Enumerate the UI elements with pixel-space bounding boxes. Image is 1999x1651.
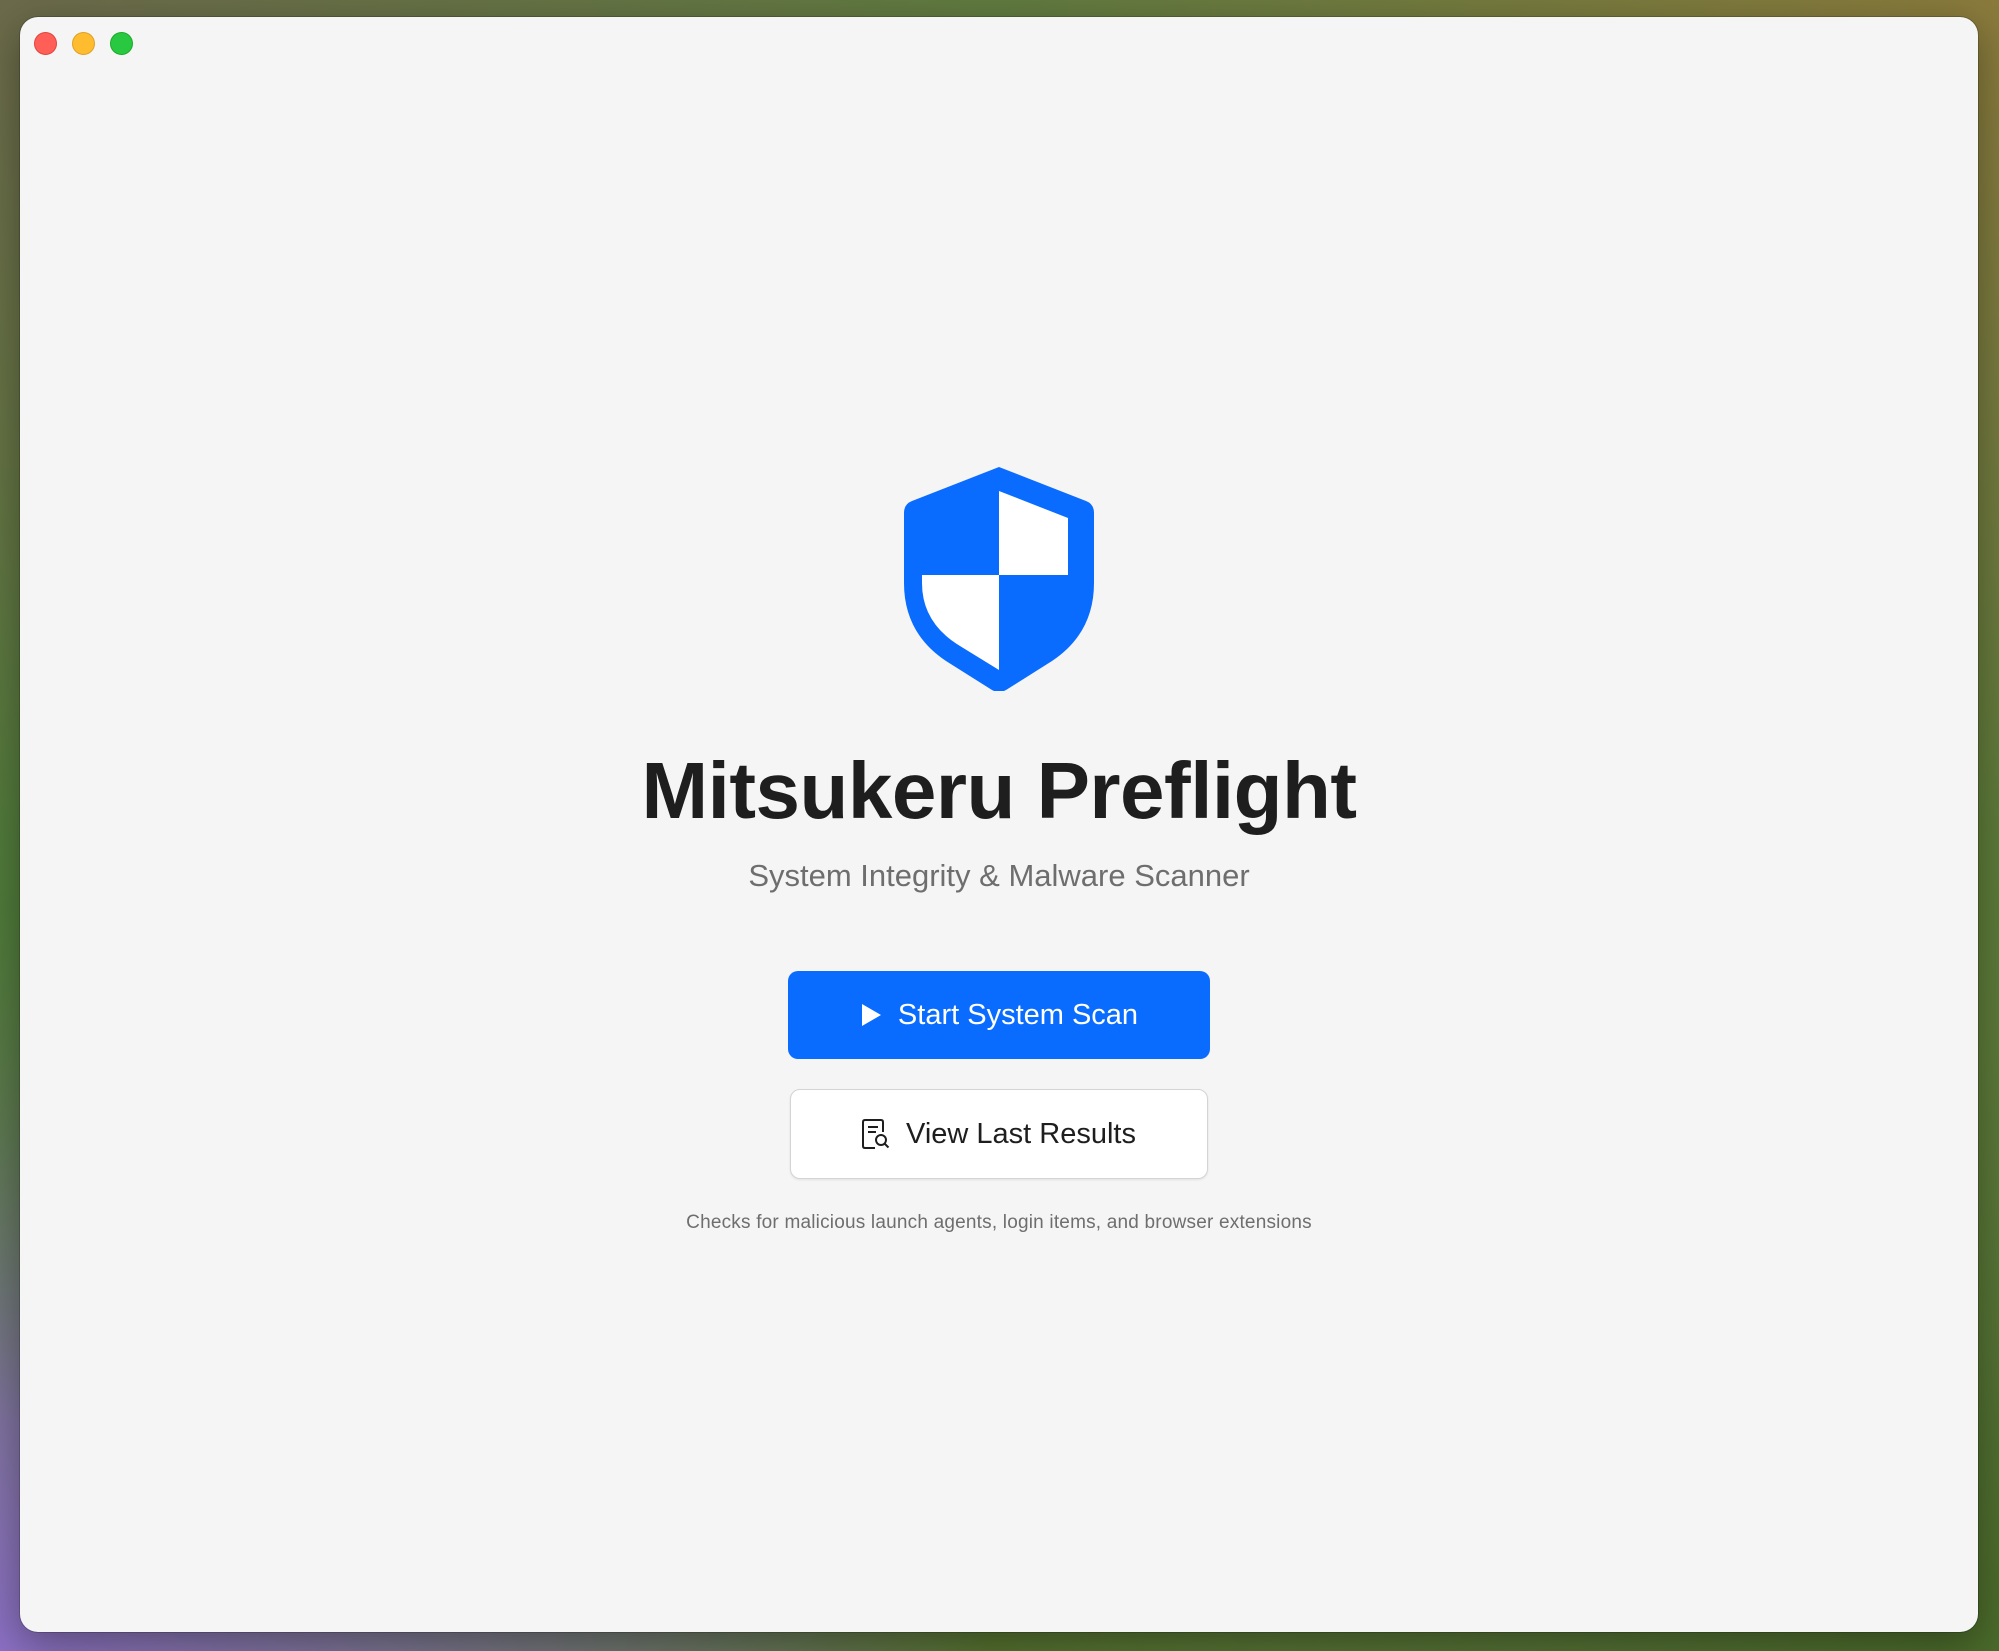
scan-description: Checks for malicious launch agents, logi…: [686, 1212, 1312, 1233]
start-system-scan-button[interactable]: Start System Scan: [788, 971, 1210, 1059]
view-last-results-label: View Last Results: [906, 1117, 1136, 1150]
play-icon: [860, 1003, 882, 1027]
main-content: Mitsukeru Preflight System Integrity & M…: [20, 17, 1978, 1632]
shield-icon: [904, 467, 1094, 691]
app-title: Mitsukeru Preflight: [641, 746, 1357, 835]
app-window: Mitsukeru Preflight System Integrity & M…: [20, 17, 1978, 1632]
view-last-results-button[interactable]: View Last Results: [790, 1089, 1208, 1179]
app-subtitle: System Integrity & Malware Scanner: [748, 858, 1250, 893]
document-search-icon: [862, 1118, 890, 1150]
start-system-scan-label: Start System Scan: [897, 998, 1139, 1031]
